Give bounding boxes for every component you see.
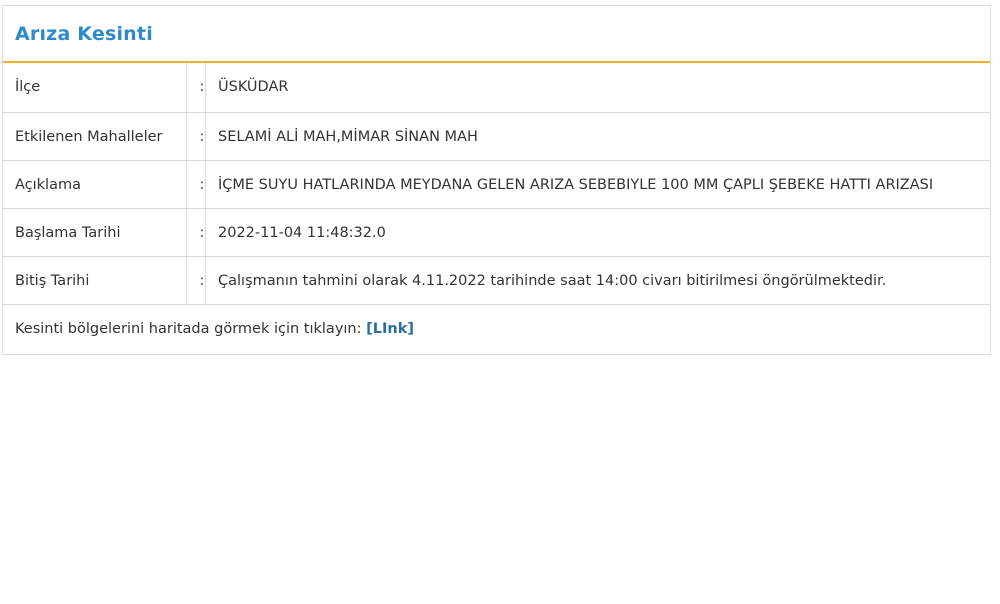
row-value: İÇME SUYU HATLARINDA MEYDANA GELEN ARIZA…: [205, 160, 990, 209]
table-row-start-date: Başlama Tarihi : 2022-11-04 11:48:32.0: [3, 208, 990, 257]
row-separator: :: [186, 63, 206, 113]
table-row-affected-neighborhoods: Etkilenen Mahalleler : SELAMİ ALİ MAH,Mİ…: [3, 112, 990, 161]
row-value: SELAMİ ALİ MAH,MİMAR SİNAN MAH: [205, 112, 990, 161]
row-separator: :: [186, 160, 206, 209]
row-separator: :: [186, 208, 206, 257]
row-label: Başlama Tarihi: [3, 208, 187, 257]
row-value: 2022-11-04 11:48:32.0: [205, 208, 990, 257]
map-link-footer: Kesinti bölgelerini haritada görmek için…: [3, 305, 990, 354]
row-label: Etkilenen Mahalleler: [3, 112, 187, 161]
table-row-district: İlçe : ÜSKÜDAR: [3, 63, 990, 113]
row-label: İlçe: [3, 63, 187, 113]
footer-text: Kesinti bölgelerini haritada görmek için…: [15, 320, 367, 337]
panel-title: Arıza Kesinti: [15, 22, 153, 45]
outage-info-table: İlçe : ÜSKÜDAR Etkilenen Mahalleler : SE…: [3, 63, 990, 305]
table-row-end-date: Bitiş Tarihi : Çalışmanın tahmini olarak…: [3, 256, 990, 305]
table-row-description: Açıklama : İÇME SUYU HATLARINDA MEYDANA …: [3, 160, 990, 209]
row-label: Bitiş Tarihi: [3, 256, 187, 305]
row-label: Açıklama: [3, 160, 187, 209]
panel-header: Arıza Kesinti: [3, 6, 990, 63]
map-link[interactable]: [LInk]: [366, 321, 414, 337]
row-value: Çalışmanın tahmini olarak 4.11.2022 tari…: [205, 256, 990, 305]
row-separator: :: [186, 256, 206, 305]
row-separator: :: [186, 112, 206, 161]
row-value: ÜSKÜDAR: [205, 63, 990, 113]
outage-panel: Arıza Kesinti İlçe : ÜSKÜDAR Etkilenen M…: [2, 5, 991, 355]
